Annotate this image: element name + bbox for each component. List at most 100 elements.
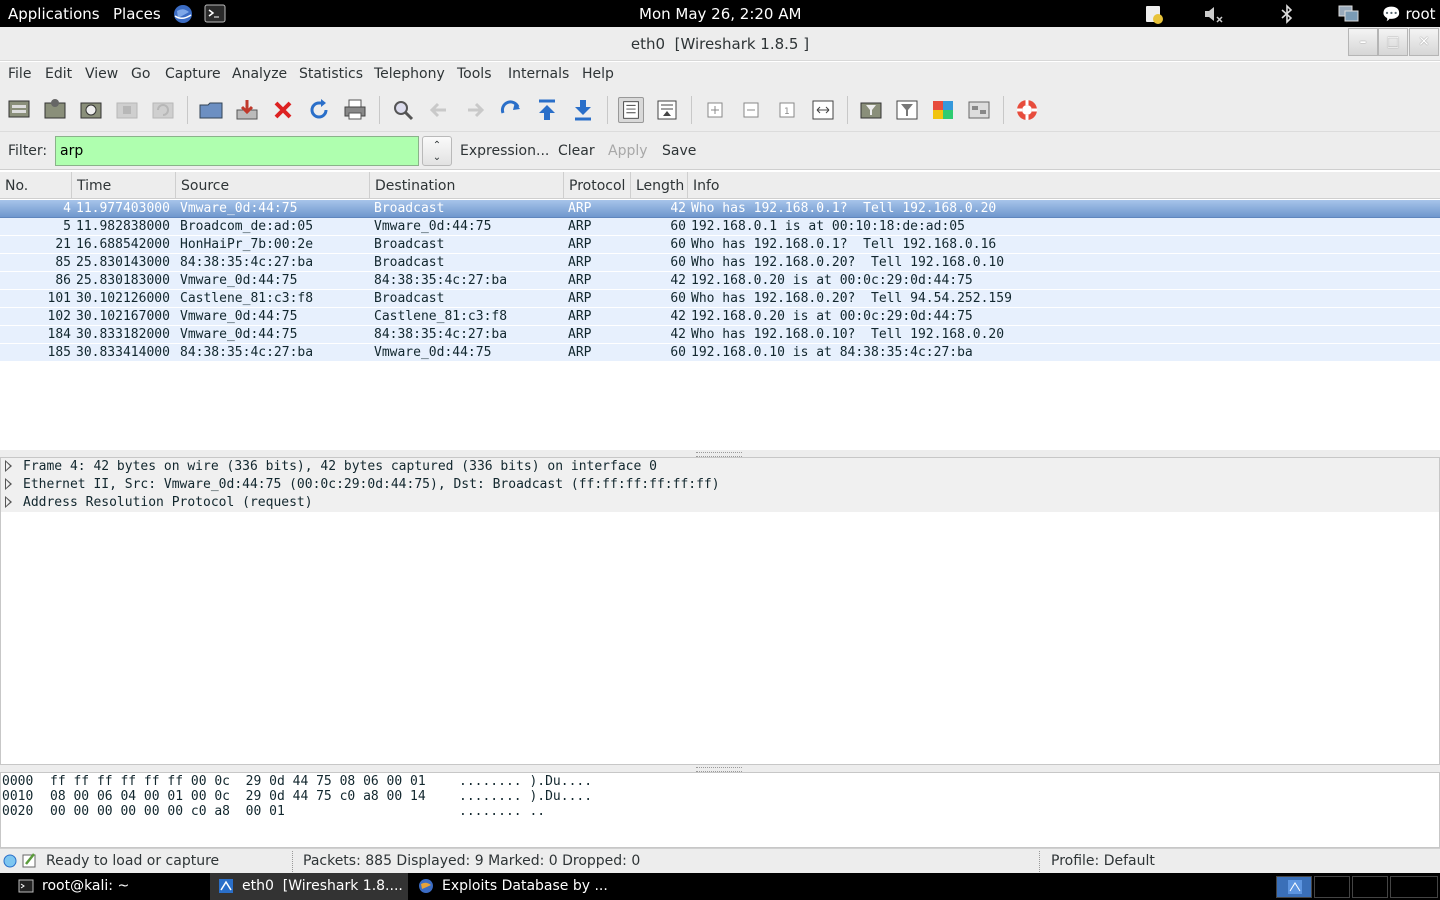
menu-help[interactable]: Help — [582, 66, 614, 82]
go-to-packet-icon[interactable] — [498, 97, 524, 123]
workspace-3[interactable] — [1352, 876, 1388, 898]
packet-row[interactable]: 21 16.688542000 HonHaiPr_7b:00:2e Broadcast… — [0, 236, 1440, 254]
packet-row[interactable]: 102 30.102167000 Vmware_0d:44:75 Castlene_8… — [0, 308, 1440, 326]
cell-protocol: ARP — [568, 291, 592, 306]
save-filter-button[interactable]: Save — [662, 143, 696, 159]
network-icon[interactable] — [1337, 3, 1359, 25]
capture-filters-icon[interactable] — [858, 97, 884, 123]
column-header-length[interactable]: Length — [631, 172, 688, 199]
task-terminal[interactable]: root@kali: ~ — [0, 873, 208, 900]
workspace-4[interactable] — [1390, 876, 1438, 898]
go-last-packet-icon[interactable] — [570, 97, 596, 123]
browser-launcher-icon[interactable] — [172, 3, 194, 25]
zoom-in-icon[interactable] — [702, 97, 728, 123]
packet-row[interactable]: 85 25.830143000 84:38:35:4c:27:ba Broadcast… — [0, 254, 1440, 272]
stop-capture-icon[interactable] — [114, 97, 140, 123]
bytes-row[interactable]: 0000 ff ff ff ff ff ff 00 0c 29 0d 44 75 … — [2, 774, 702, 789]
minimize-button[interactable]: – — [1348, 28, 1378, 56]
bytes-row[interactable]: 0010 08 00 06 04 00 01 00 0c 29 0d 44 75 … — [2, 789, 702, 804]
packet-bytes-pane[interactable]: 0000 ff ff ff ff ff ff 00 0c 29 0d 44 75 … — [0, 772, 1440, 848]
filter-history-dropdown[interactable]: ⌃ ⌄ — [422, 136, 452, 166]
applications-menu[interactable]: Applications — [8, 5, 100, 23]
packet-row[interactable]: 86 25.830183000 Vmware_0d:44:75 84:38:35:4c… — [0, 272, 1440, 290]
preferences-icon[interactable] — [966, 97, 992, 123]
packet-list[interactable]: 4 11.977403000 Vmware_0d:44:75 Broadcast ARP… — [0, 200, 1440, 450]
detail-row-ethernet[interactable]: Ethernet II, Src: Vmware_0d:44:75 (00:0c… — [1, 476, 1439, 494]
column-header-source[interactable]: Source — [176, 172, 370, 199]
zoom-out-icon[interactable] — [738, 97, 764, 123]
packet-details-pane[interactable]: Frame 4: 42 bytes on wire (336 bits), 42… — [0, 457, 1440, 765]
notification-icon[interactable] — [1143, 3, 1165, 25]
expression-button[interactable]: Expression... — [460, 143, 549, 159]
colorize-icon[interactable] — [618, 97, 644, 123]
help-icon[interactable] — [1014, 97, 1040, 123]
open-file-icon[interactable] — [198, 97, 224, 123]
menu-file[interactable]: File — [8, 66, 31, 82]
terminal-launcher-icon[interactable] — [204, 3, 226, 25]
restart-capture-icon[interactable] — [150, 97, 176, 123]
capture-comment-icon[interactable] — [21, 852, 38, 869]
menu-statistics[interactable]: Statistics — [299, 66, 363, 82]
task-wireshark[interactable]: eth0 [Wireshark 1.8.... — [210, 873, 408, 900]
expand-arrow-icon[interactable] — [5, 496, 12, 508]
workspace-1[interactable] — [1276, 876, 1312, 898]
normal-size-icon[interactable]: 1 — [774, 97, 800, 123]
menu-capture[interactable]: Capture — [165, 66, 221, 82]
go-back-icon[interactable] — [426, 97, 452, 123]
column-header-protocol[interactable]: Protocol — [564, 172, 631, 199]
save-file-icon[interactable] — [234, 97, 260, 123]
menu-go[interactable]: Go — [131, 66, 150, 82]
packet-row[interactable]: 5 11.982838000 Broadcom_de:ad:05 Vmware_0d:… — [0, 218, 1440, 236]
task-browser[interactable]: Exploits Database by ... — [410, 873, 610, 900]
expand-arrow-icon[interactable] — [5, 460, 12, 472]
close-file-icon[interactable] — [270, 97, 296, 123]
pane-splitter[interactable] — [0, 450, 1440, 457]
interfaces-icon[interactable] — [6, 97, 32, 123]
display-filters-icon[interactable] — [894, 97, 920, 123]
bluetooth-icon[interactable] — [1276, 3, 1298, 25]
menu-telephony[interactable]: Telephony — [374, 66, 445, 82]
menu-analyze[interactable]: Analyze — [232, 66, 287, 82]
clear-button[interactable]: Clear — [558, 143, 595, 159]
cell-no: 102 — [47, 309, 71, 324]
bytes-row[interactable]: 0020 00 00 00 00 00 00 c0 a8 00 01.......… — [2, 804, 702, 819]
close-button[interactable]: ✕ — [1409, 28, 1439, 56]
places-menu[interactable]: Places — [113, 5, 161, 23]
capture-options-icon[interactable] — [42, 97, 68, 123]
menu-edit[interactable]: Edit — [45, 66, 72, 82]
resize-columns-icon[interactable] — [810, 97, 836, 123]
detail-row-frame[interactable]: Frame 4: 42 bytes on wire (336 bits), 42… — [1, 458, 1439, 476]
menu-tools[interactable]: Tools — [457, 66, 492, 82]
column-header-time[interactable]: Time — [72, 172, 176, 199]
column-header-info[interactable]: Info — [688, 172, 1440, 199]
expert-info-icon[interactable] — [3, 854, 17, 868]
menu-internals[interactable]: Internals — [508, 66, 569, 82]
packet-row[interactable]: 4 11.977403000 Vmware_0d:44:75 Broadcast ARP… — [0, 200, 1440, 218]
apply-button[interactable]: Apply — [608, 143, 648, 159]
column-header-destination[interactable]: Destination — [370, 172, 564, 199]
status-profile[interactable]: Profile: Default — [1051, 853, 1155, 869]
expand-arrow-icon[interactable] — [5, 478, 12, 490]
packet-row[interactable]: 185 30.833414000 84:38:35:4c:27:ba Vmware_0… — [0, 344, 1440, 362]
volume-muted-icon[interactable] — [1203, 3, 1225, 25]
user-menu[interactable]: 💬 root — [1382, 5, 1436, 23]
packet-row[interactable]: 184 30.833182000 Vmware_0d:44:75 84:38:35:4… — [0, 326, 1440, 344]
packet-row[interactable]: 101 30.102126000 Castlene_81:c3:f8 Broadcas… — [0, 290, 1440, 308]
go-first-packet-icon[interactable] — [534, 97, 560, 123]
coloring-rules-icon[interactable] — [930, 97, 956, 123]
find-packet-icon[interactable] — [390, 97, 416, 123]
column-header-no[interactable]: No. — [0, 172, 72, 199]
start-capture-icon[interactable] — [78, 97, 104, 123]
print-icon[interactable] — [342, 97, 368, 123]
pane-splitter[interactable] — [0, 765, 1440, 772]
reload-icon[interactable] — [306, 97, 332, 123]
go-forward-icon[interactable] — [462, 97, 488, 123]
menu-view[interactable]: View — [85, 66, 118, 82]
maximize-button[interactable]: □ — [1378, 28, 1408, 56]
clock[interactable]: Mon May 26, 2:20 AM — [639, 5, 801, 23]
window-titlebar[interactable]: eth0 [Wireshark 1.8.5 ] – □ ✕ — [0, 27, 1440, 61]
auto-scroll-icon[interactable] — [654, 97, 680, 123]
filter-input[interactable] — [55, 136, 419, 166]
detail-row-arp[interactable]: Address Resolution Protocol (request) — [1, 494, 1439, 512]
workspace-2[interactable] — [1314, 876, 1350, 898]
